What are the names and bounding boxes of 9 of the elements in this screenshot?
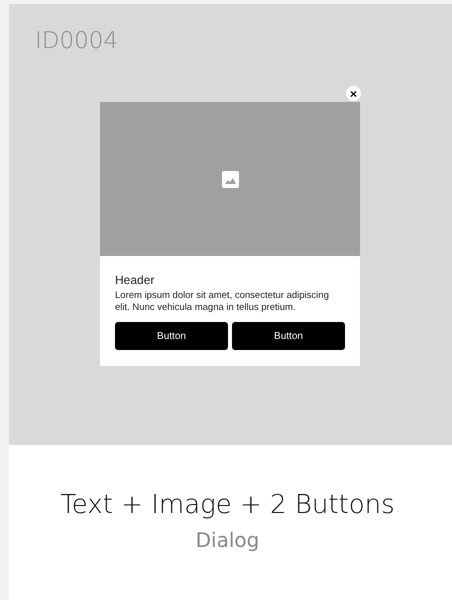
dialog-button[interactable]: Button	[232, 322, 345, 350]
dialog-body: Lorem ipsum dolor sit amet, consectetur adipiscing elit. Nunc vehicula magna in tellus pretium.	[115, 290, 330, 314]
card-title: Text + Image + 2 Buttons	[60, 489, 395, 522]
card-category: Dialog	[196, 528, 260, 552]
card-id: ID0004	[35, 30, 118, 53]
dialog-button[interactable]: Button	[115, 322, 228, 350]
dialog-header: Header	[115, 273, 156, 288]
close-button[interactable]: ×	[346, 86, 361, 101]
image-icon	[222, 170, 238, 188]
